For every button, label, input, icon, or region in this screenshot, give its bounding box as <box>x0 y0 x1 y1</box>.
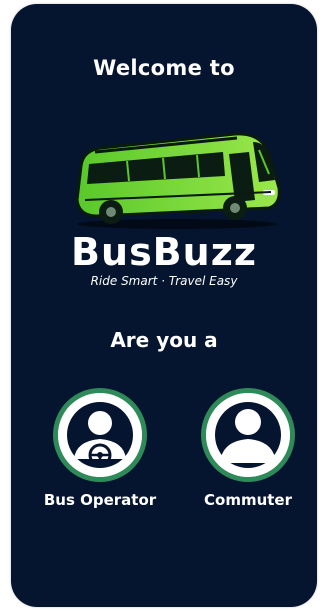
bus-operator-button[interactable]: Bus Operator <box>40 388 160 509</box>
welcome-title: Welcome to <box>93 56 235 80</box>
bus-operator-label: Bus Operator <box>43 491 157 509</box>
commuter-button[interactable]: Commuter <box>188 388 308 509</box>
app-screen: Welcome to BusBuzz Ride Smart · Travel E… <box>11 4 317 607</box>
user-avatar-icon <box>201 388 295 482</box>
role-question: Are you a <box>110 328 218 352</box>
brand-tagline: Ride Smart · Travel Easy <box>90 274 238 288</box>
driver-steering-wheel-icon <box>53 388 147 482</box>
bus-icon <box>75 132 281 229</box>
brand-name: BusBuzz <box>71 230 257 274</box>
commuter-label: Commuter <box>204 491 292 509</box>
